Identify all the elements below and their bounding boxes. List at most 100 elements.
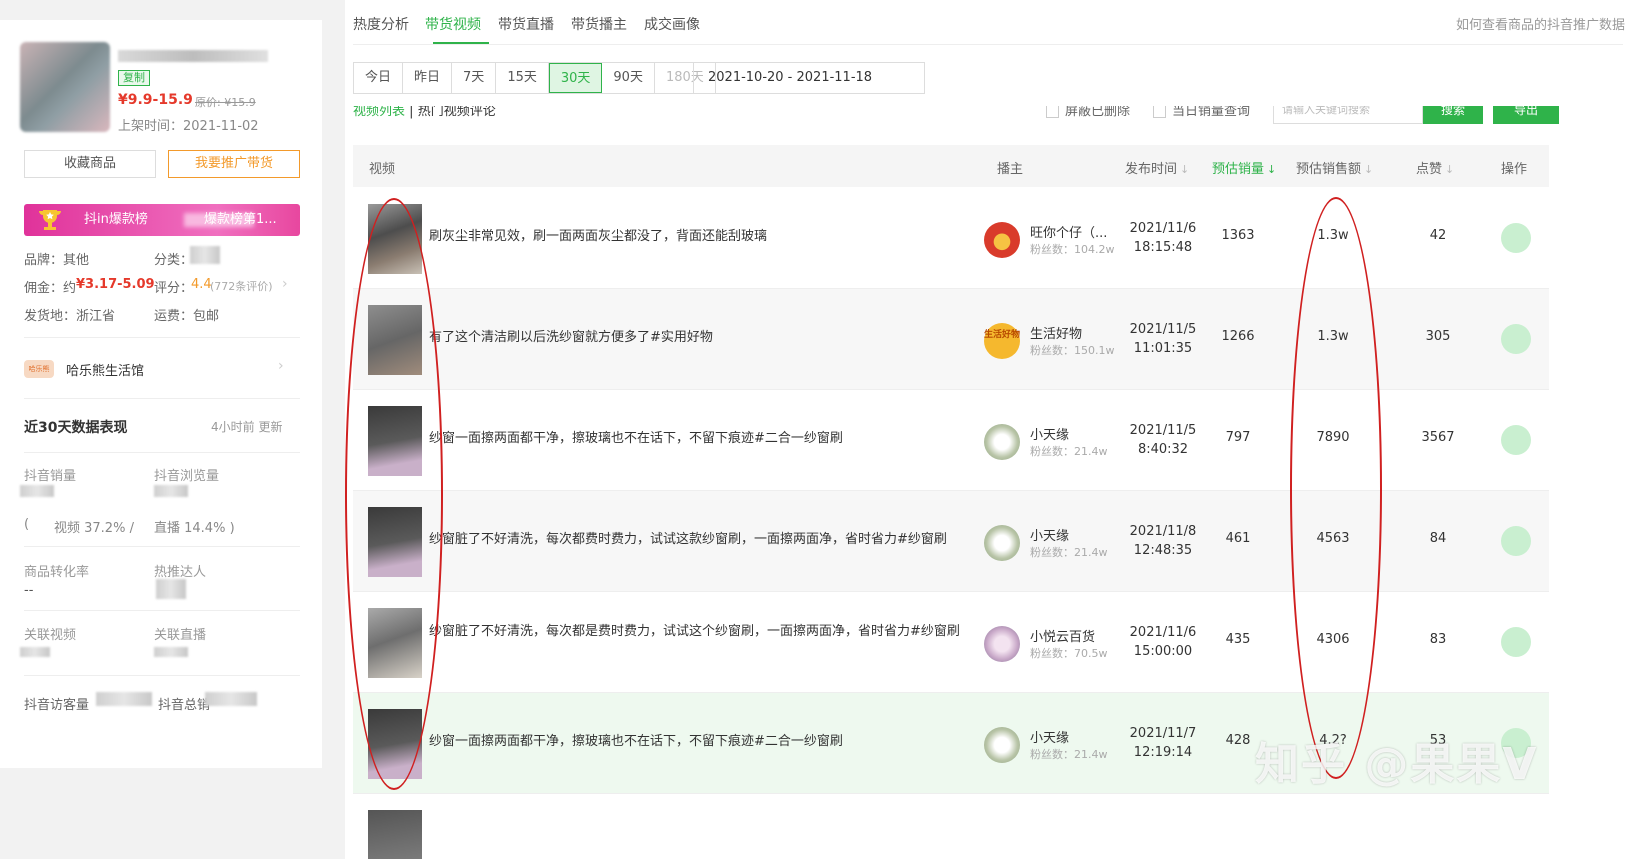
video-title[interactable]: 纱窗一面擦两面都干净，擦玻璃也不在话下，不留下痕迹#二合一纱窗刷 — [429, 733, 969, 751]
table-row[interactable] — [353, 794, 1549, 859]
video-thumbnail[interactable] — [368, 305, 422, 375]
favorite-button[interactable]: 收藏商品 — [24, 150, 156, 178]
likes: 305 — [1425, 329, 1451, 344]
video-thumbnail[interactable] — [368, 406, 422, 476]
rank-banner-prefix: 抖in爆款榜 — [84, 212, 148, 227]
hot-promoters-blurred — [156, 579, 186, 599]
video-title[interactable]: 纱窗脏了不好清洗，每次都费时费力，试试这款纱窗刷，一面擦两面净，省时省力#纱窗刷 — [429, 531, 969, 549]
conversion-value: -- — [24, 583, 34, 598]
range-30d[interactable]: 30天 — [548, 63, 603, 93]
anchor-name[interactable]: 旺你个仔（... — [1030, 222, 1107, 241]
copy-tag[interactable]: 复制 — [118, 70, 150, 86]
tab-sales-anchors[interactable]: 带货播主 — [571, 14, 627, 34]
range-yesterday[interactable]: 昨日 — [403, 63, 453, 93]
tab-sales-live[interactable]: 带货直播 — [498, 14, 554, 34]
chevron-right-icon[interactable]: › — [282, 276, 288, 292]
video-thumbnail[interactable] — [368, 507, 422, 577]
range-15d[interactable]: 15天 — [496, 63, 549, 93]
video-ratio: 视频 37.2% / — [54, 521, 134, 536]
anchor-avatar[interactable] — [984, 424, 1020, 460]
table-row[interactable]: 刷灰尘非常见效，刷一面两面灰尘都没了，背面还能刮玻璃 旺你个仔（... 粉丝数：… — [353, 188, 1549, 289]
likes: 83 — [1429, 632, 1447, 647]
daily-sales-toggle[interactable]: 当日销量查询 — [1153, 106, 1250, 119]
video-title[interactable]: 刷灰尘非常见效，刷一面两面灰尘都没了，背面还能刮玻璃 — [429, 228, 969, 246]
range-7d[interactable]: 7天 — [452, 63, 497, 93]
table-row[interactable]: 纱窗脏了不好清洗，每次都是费时费力，试试这个纱窗刷，一面擦两面净，省时省力#纱窗… — [353, 592, 1549, 693]
table-row[interactable]: 有了这个清洁刷以后洗纱窗就方便多了#实用好物 生活好物 生活好物 粉丝数：150… — [353, 289, 1549, 390]
anchor-avatar[interactable] — [984, 525, 1020, 561]
anchor-avatar[interactable] — [984, 626, 1020, 662]
related-videos-label: 关联视频 — [24, 628, 77, 643]
product-image[interactable] — [20, 42, 110, 132]
likes: 3567 — [1421, 430, 1455, 445]
action-button[interactable] — [1501, 223, 1531, 253]
commission-value: ¥3.17-5.09 — [76, 277, 155, 292]
douyin-sales-label: 抖音销量 — [24, 469, 77, 484]
anchor-fans: 粉丝数：104.2w — [1030, 243, 1115, 256]
col-est-amount[interactable]: 预估销售额 ↓ — [1296, 158, 1373, 177]
shop-name[interactable]: 哈乐熊生活馆 — [66, 360, 144, 379]
video-title[interactable]: 有了这个清洁刷以后洗纱窗就方便多了#实用好物 — [429, 329, 969, 347]
category-blurred — [190, 246, 220, 264]
anchor-fans: 粉丝数：21.4w — [1030, 748, 1108, 761]
action-button[interactable] — [1501, 526, 1531, 556]
rank-banner[interactable]: 抖in爆款榜 爆款榜第1... — [24, 204, 300, 236]
export-button[interactable]: 导出 — [1493, 106, 1559, 124]
sort-icon[interactable]: ↓ — [1445, 163, 1454, 176]
keyword-search-input[interactable]: 请输入关键词搜索 — [1273, 106, 1423, 124]
video-title[interactable]: 纱窗一面擦两面都干净，擦玻璃也不在话下，不留下痕迹#二合一纱窗刷 — [429, 430, 969, 448]
total-blurred — [205, 692, 257, 706]
col-publish-time[interactable]: 发布时间 ↓ — [1125, 158, 1189, 177]
video-thumbnail[interactable] — [368, 204, 422, 274]
action-button[interactable] — [1501, 324, 1531, 354]
anchor-name[interactable]: 小天缘 — [1030, 727, 1069, 746]
action-button[interactable] — [1501, 627, 1531, 657]
search-button[interactable]: 搜索 — [1423, 106, 1483, 124]
score-count[interactable]: (772条评价) — [210, 278, 273, 294]
est-amount: 1.3w — [1317, 329, 1349, 344]
tab-sales-videos[interactable]: 带货视频 — [425, 14, 481, 34]
checkbox-icon[interactable] — [1153, 106, 1166, 118]
sort-icon[interactable]: ↓ — [1364, 163, 1373, 176]
col-est-sales[interactable]: 预估销量 ↓ — [1212, 158, 1276, 177]
publish-time: 2021/11/5 11:01:35 — [1129, 322, 1197, 356]
table-row[interactable]: 纱窗脏了不好清洗，每次都费时费力，试试这款纱窗刷，一面擦两面净，省时省力#纱窗刷… — [353, 491, 1549, 592]
anchor-avatar[interactable] — [984, 222, 1020, 258]
anchor-avatar[interactable]: 生活好物 — [984, 323, 1020, 359]
video-thumbnail[interactable] — [368, 709, 422, 779]
likes: 42 — [1429, 228, 1447, 243]
tab-heat-analysis[interactable]: 热度分析 — [353, 14, 409, 34]
range-90d[interactable]: 90天 — [602, 63, 655, 93]
anchor-avatar[interactable] — [984, 727, 1020, 763]
est-amount: 7890 — [1316, 430, 1350, 445]
est-amount: 4306 — [1316, 632, 1350, 647]
sort-icon[interactable]: ↓ — [1180, 163, 1189, 176]
block-deleted-toggle[interactable]: 屏蔽已删除 — [1046, 106, 1130, 119]
hot-comments-tab[interactable]: 热门视频评论 — [418, 106, 496, 119]
category-label: 分类： — [154, 253, 194, 268]
table-row[interactable]: 纱窗一面擦两面都干净，擦玻璃也不在话下，不留下痕迹#二合一纱窗刷 小天缘 粉丝数… — [353, 390, 1549, 491]
video-title[interactable]: 纱窗脏了不好清洗，每次都是费时费力，试试这个纱窗刷，一面擦两面净，省时省力#纱窗… — [429, 623, 969, 641]
date-range-picker[interactable]: 2021-10-20 - 2021-11-18 — [693, 62, 925, 94]
anchor-name[interactable]: 生活好物 — [1030, 323, 1082, 342]
promote-button[interactable]: 我要推广带货 — [168, 150, 300, 178]
sort-icon[interactable]: ↓ — [1267, 163, 1276, 176]
live-ratio: 直播 14.4% ) — [154, 521, 235, 536]
help-link[interactable]: 如何查看商品的抖音推广数据 — [1456, 14, 1625, 33]
tab-buyer-profile[interactable]: 成交画像 — [644, 14, 700, 34]
price: ¥9.9-15.9 — [118, 92, 193, 108]
col-likes[interactable]: 点赞 ↓ — [1416, 158, 1454, 177]
anchor-name[interactable]: 小悦云百货 — [1030, 626, 1095, 645]
chevron-right-icon[interactable]: › — [278, 358, 284, 374]
anchor-name[interactable]: 小天缘 — [1030, 525, 1069, 544]
anchor-name[interactable]: 小天缘 — [1030, 424, 1069, 443]
video-list-tab[interactable]: 视频列表 — [353, 106, 405, 119]
video-thumbnail[interactable] — [368, 608, 422, 678]
commission-label: 佣金：约 — [24, 281, 77, 296]
range-today[interactable]: 今日 — [354, 63, 404, 93]
video-thumbnail[interactable] — [368, 810, 422, 859]
action-button[interactable] — [1501, 425, 1531, 455]
est-sales: 461 — [1225, 531, 1251, 546]
product-name-blurred — [118, 50, 268, 62]
checkbox-icon[interactable] — [1046, 106, 1059, 118]
